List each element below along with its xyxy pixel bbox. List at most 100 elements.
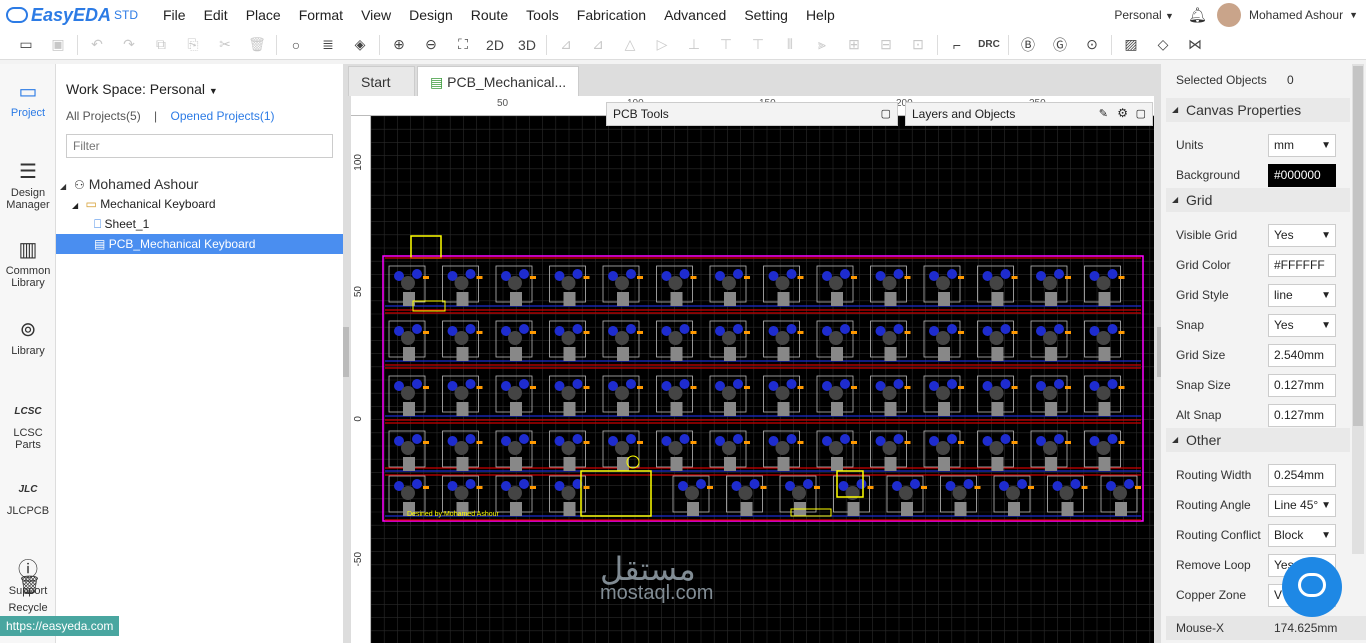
fit-icon[interactable]: ⛶ (447, 32, 479, 58)
other-prop-value[interactable]: Line 45° ▼ (1268, 494, 1336, 517)
menu-place[interactable]: Place (237, 7, 290, 23)
scrollbar-thumb[interactable] (1353, 66, 1363, 426)
menu-format[interactable]: Format (290, 7, 352, 23)
zoom-out-icon[interactable]: ⊖ (415, 32, 447, 58)
pcb-tools-panel[interactable]: PCB Tools ▢ (606, 102, 898, 126)
menu-edit[interactable]: Edit (195, 7, 237, 23)
menu-tools[interactable]: Tools (517, 7, 568, 23)
align-center-icon[interactable]: ⊤ (742, 32, 774, 58)
flip-icon[interactable]: △ (614, 32, 646, 58)
grid-prop-value[interactable]: line ▼ (1268, 284, 1336, 307)
scrollbar[interactable] (1352, 64, 1364, 554)
lock-icon[interactable]: ⊡ (902, 32, 934, 58)
route-icon[interactable]: ⌐ (941, 32, 973, 58)
view-2d-button[interactable]: 2D (479, 32, 511, 58)
zoom-in-icon[interactable]: ⊕ (383, 32, 415, 58)
layers-panel[interactable]: Layers and Objects ✎ ⚙ ▢ (905, 102, 1153, 126)
view-3d-button[interactable]: 3D (511, 32, 543, 58)
filter-input[interactable] (66, 134, 333, 158)
nav-lcsc-parts[interactable]: LCSC LCSC Parts (0, 400, 56, 451)
section-canvas-properties[interactable]: ◢ Canvas Properties (1166, 98, 1350, 122)
copy-icon[interactable]: ⧉ (145, 32, 177, 58)
distribute-v-icon[interactable]: ⫸ (806, 32, 838, 58)
nav-common-library[interactable]: ▥ Common Library (0, 238, 56, 289)
folder-open-icon[interactable]: ▭ (10, 32, 42, 58)
rotate-icon[interactable]: ▷ (646, 32, 678, 58)
grid-prop-value[interactable]: 2.540mm (1268, 344, 1336, 367)
recycle-icon[interactable]: 🗑︎ (18, 575, 41, 596)
export-icon[interactable]: ⊙ (1076, 32, 1108, 58)
chat-button[interactable] (1282, 557, 1342, 617)
pcb-canvas[interactable]: Desined by:Mohamed Ashour (371, 116, 1154, 643)
nav-design-manager[interactable]: ☰ Design Manager (0, 160, 56, 211)
redo-icon[interactable]: ↷ (113, 32, 145, 58)
grid-prop-value[interactable]: Yes ▼ (1268, 314, 1336, 337)
ungroup-icon[interactable]: ⊟ (870, 32, 902, 58)
user-name[interactable]: Mohamed Ashour (1249, 8, 1343, 22)
tree-pcb[interactable]: ▤ PCB_Mechanical Keyboard (56, 234, 343, 254)
tab-all-projects[interactable]: All Projects(5) (66, 109, 141, 123)
maximize-icon[interactable]: ▢ (1136, 107, 1146, 120)
drc-button[interactable]: DRC (973, 32, 1005, 58)
undo-icon[interactable]: ↶ (81, 32, 113, 58)
share-icon[interactable]: ⋈ (1179, 32, 1211, 58)
menu-view[interactable]: View (352, 7, 400, 23)
nav-jlcpcb[interactable]: JLC JLCPCB (0, 478, 56, 517)
avatar[interactable] (1217, 3, 1242, 27)
section-other[interactable]: ◢ Other (1166, 428, 1350, 452)
gerber-icon[interactable]: Ⓖ (1044, 32, 1076, 58)
nav-library[interactable]: ⊚ Library (0, 318, 56, 357)
workspace-selector[interactable]: Work Space: Personal ▼ (66, 81, 218, 97)
gear-icon[interactable]: ⚙ (1117, 106, 1128, 120)
distribute-h-icon[interactable]: ⫴ (774, 32, 806, 58)
canvas-prop-value[interactable]: #000000 (1268, 164, 1336, 187)
paste-icon[interactable]: ⎘ (177, 32, 209, 58)
other-prop-value[interactable]: Block ▼ (1268, 524, 1336, 547)
delete-icon[interactable]: 🗑︎ (241, 32, 273, 58)
grid-prop-value[interactable]: 0.127mm (1268, 404, 1336, 427)
left-collapse-handle[interactable] (343, 327, 349, 377)
tab-pcb[interactable]: ▤ PCB_Mechanical... (417, 66, 580, 96)
pin-icon[interactable]: ✎ (1099, 107, 1108, 120)
tree-owner[interactable]: ◢ ⚇ Mohamed Ashour (60, 176, 198, 192)
menu-route[interactable]: Route (462, 7, 517, 23)
menu-help[interactable]: Help (797, 7, 844, 23)
tab-start[interactable]: Start (348, 66, 415, 96)
workspace-menu[interactable]: Personal ▼ (1114, 8, 1174, 22)
save-icon[interactable]: ▣ (42, 32, 74, 58)
maximize-icon[interactable]: ▢ (881, 107, 891, 120)
user-menu-icon[interactable]: ▼ (1349, 10, 1358, 20)
tab-opened-projects[interactable]: Opened Projects(1) (171, 109, 275, 123)
menu-advanced[interactable]: Advanced (655, 7, 735, 23)
section-grid[interactable]: ◢ Grid (1166, 188, 1350, 212)
align-top-icon[interactable]: ⊥ (678, 32, 710, 58)
app-logo[interactable]: EasyEDA STD (6, 5, 154, 26)
bom-icon[interactable]: Ⓑ (1012, 32, 1044, 58)
eraser-icon[interactable]: ◈ (344, 32, 376, 58)
menu-setting[interactable]: Setting (735, 7, 797, 23)
tree-sheet[interactable]: ⎕ Sheet_1 (94, 217, 149, 232)
align-bottom-icon[interactable]: ⊤ (710, 32, 742, 58)
nav-recycle[interactable]: Recycle (0, 602, 56, 614)
status-url[interactable]: https://easyeda.com (0, 616, 119, 636)
other-prop-value[interactable]: 0.254mm (1268, 464, 1336, 487)
group-icon[interactable]: ⊞ (838, 32, 870, 58)
bell-icon[interactable]: 🔔︎ (1188, 6, 1207, 24)
menu-file[interactable]: File (154, 7, 195, 23)
cut-icon[interactable]: ✂ (209, 32, 241, 58)
grid-prop-value[interactable]: #FFFFFF (1268, 254, 1336, 277)
align-left-icon[interactable]: ⊿ (550, 32, 582, 58)
image-icon[interactable]: ▨ (1115, 32, 1147, 58)
tree-project[interactable]: ◢ ▭ Mechanical Keyboard (72, 197, 216, 211)
grid-prop-value[interactable]: 0.127mm (1268, 374, 1336, 397)
nav-project[interactable]: ▭ Project (0, 80, 56, 119)
find-similar-icon[interactable]: ≣ (312, 32, 344, 58)
align-right-icon[interactable]: ⊿ (582, 32, 614, 58)
menu-design[interactable]: Design (400, 7, 462, 23)
canvas-prop-value[interactable]: mm ▼ (1268, 134, 1336, 157)
layers-icon[interactable]: ◇ (1147, 32, 1179, 58)
search-icon[interactable]: ○ (280, 32, 312, 58)
chat-icon (1298, 573, 1326, 597)
menu-fabrication[interactable]: Fabrication (568, 7, 655, 23)
grid-prop-value[interactable]: Yes ▼ (1268, 224, 1336, 247)
